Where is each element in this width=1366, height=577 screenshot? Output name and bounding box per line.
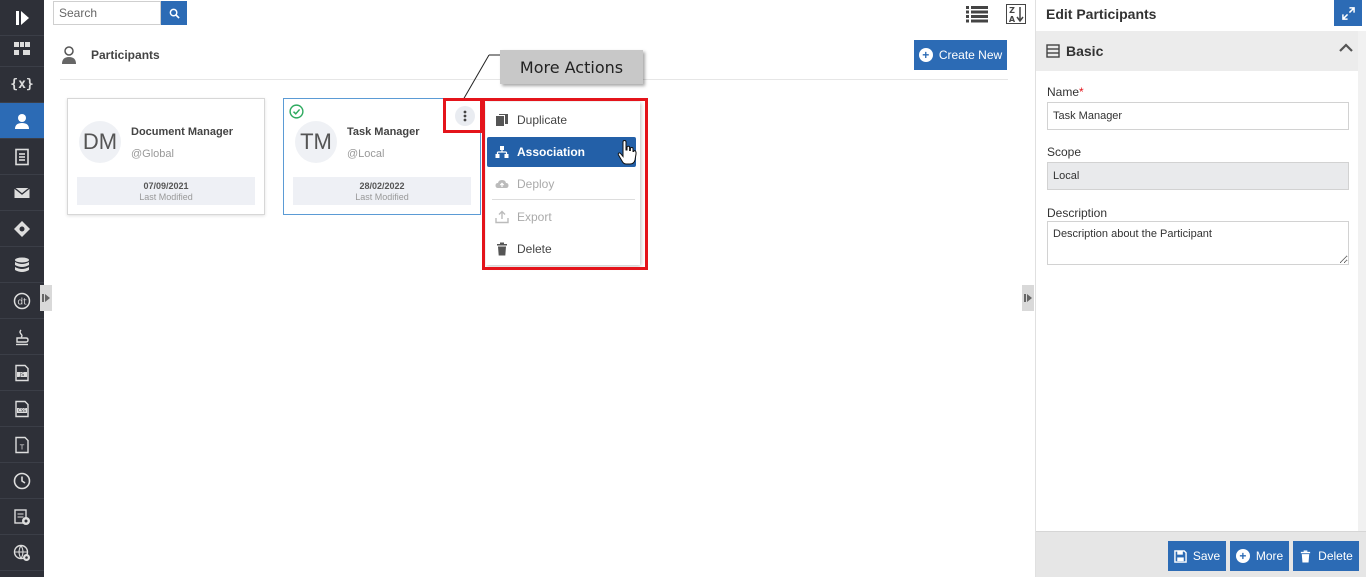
avatar: DM <box>79 121 121 163</box>
page-title: Participants <box>91 48 160 62</box>
global-settings-icon[interactable] <box>0 535 44 571</box>
name-label-text: Name <box>1047 85 1080 99</box>
collapse-arrow-icon <box>1024 294 1032 302</box>
css-file-icon[interactable]: CSS <box>0 391 44 427</box>
card-name: Task Manager <box>347 126 420 138</box>
panel-title: Edit Participants <box>1046 6 1157 22</box>
card-scope: @Local <box>347 148 385 160</box>
card-footer: 07/09/2021 Last Modified <box>77 177 255 205</box>
right-collapse-handle[interactable] <box>1022 285 1034 311</box>
clock-icon[interactable] <box>0 463 44 499</box>
svg-text:A: A <box>1009 15 1016 24</box>
more-button[interactable]: + More <box>1230 541 1289 571</box>
delete-label: Delete <box>1318 549 1353 563</box>
search-input[interactable] <box>53 1 161 25</box>
required-marker: * <box>1079 85 1084 99</box>
expand-panel-button[interactable] <box>1334 0 1362 26</box>
section-title: Basic <box>1066 43 1104 59</box>
scope-field <box>1047 162 1349 190</box>
more-label: More <box>1255 549 1284 563</box>
process-flow-icon[interactable] <box>0 31 44 67</box>
svg-text:Z: Z <box>1009 6 1015 15</box>
collapse-arrow-icon <box>42 294 50 302</box>
plus-icon: + <box>918 48 933 62</box>
callout-leader-line <box>462 54 500 101</box>
report-settings-icon[interactable] <box>0 499 44 535</box>
card-scope: @Global <box>131 148 174 160</box>
variables-icon[interactable]: {x} <box>0 67 44 103</box>
description-label: Description <box>1047 206 1108 220</box>
panel-scrollbar[interactable] <box>1358 31 1366 531</box>
java-icon[interactable] <box>0 319 44 355</box>
section-header: Participants <box>60 42 160 68</box>
svg-text:CSS: CSS <box>18 408 26 413</box>
sort-za-icon[interactable]: ZA <box>1005 3 1027 25</box>
mail-icon[interactable] <box>0 175 44 211</box>
card-date: 07/09/2021 <box>143 181 189 191</box>
save-button[interactable]: Save <box>1168 541 1226 571</box>
card-name: Document Manager <box>131 126 234 138</box>
text-file-icon[interactable]: T <box>0 427 44 463</box>
more-actions-callout: More Actions <box>500 50 643 84</box>
chevron-up-icon <box>1339 43 1353 52</box>
panel-footer: Save + More Delete <box>1036 531 1366 577</box>
plus-icon: + <box>1235 549 1250 563</box>
more-button-highlight <box>443 98 483 133</box>
name-field[interactable] <box>1047 102 1349 130</box>
name-label: Name* <box>1047 85 1084 99</box>
description-field[interactable]: Description about the Participant <box>1047 221 1349 265</box>
menu-highlight <box>482 98 648 270</box>
data-type-icon[interactable]: dt <box>0 283 44 319</box>
save-label: Save <box>1192 549 1221 563</box>
list-view-icon[interactable] <box>966 3 988 25</box>
database-icon[interactable] <box>0 247 44 283</box>
edit-participants-panel: Edit Participants Basic Name* Scope Desc… <box>1035 0 1366 577</box>
basic-section-header[interactable]: Basic <box>1036 31 1366 71</box>
search-icon <box>169 8 180 19</box>
hand-cursor-icon <box>617 140 637 165</box>
participant-card[interactable]: DM Document Manager @Global 07/09/2021 L… <box>67 98 265 215</box>
form-section-icon <box>1046 44 1060 58</box>
trash-icon <box>1301 549 1311 563</box>
card-modified-label: Last Modified <box>139 192 193 202</box>
svg-text:T: T <box>19 443 25 451</box>
scope-label: Scope <box>1047 145 1082 159</box>
card-date: 28/02/2022 <box>359 181 405 191</box>
expand-icon <box>1341 6 1355 20</box>
nav-rail: {x} dt JS CSS T <box>0 0 44 577</box>
card-footer: 28/02/2022 Last Modified <box>293 177 471 205</box>
create-new-label: Create New <box>938 48 1003 62</box>
svg-text:dt: dt <box>17 297 27 307</box>
check-circle-icon <box>289 104 304 119</box>
participants-icon[interactable] <box>0 103 44 139</box>
left-collapse-handle[interactable] <box>40 285 52 311</box>
svg-text:JS: JS <box>19 372 24 378</box>
document-icon[interactable] <box>0 139 44 175</box>
avatar: TM <box>295 121 337 163</box>
js-file-icon[interactable]: JS <box>0 355 44 391</box>
decision-icon[interactable] <box>0 211 44 247</box>
create-new-button[interactable]: + Create New <box>914 40 1007 70</box>
save-icon <box>1174 549 1187 563</box>
search-button[interactable] <box>161 1 187 25</box>
participant-icon <box>62 46 76 64</box>
delete-button[interactable]: Delete <box>1293 541 1359 571</box>
card-modified-label: Last Modified <box>355 192 409 202</box>
